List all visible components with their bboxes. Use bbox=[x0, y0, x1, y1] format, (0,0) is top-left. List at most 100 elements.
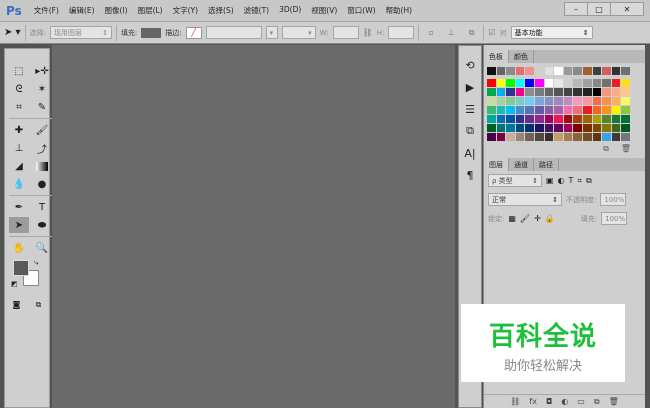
swatch[interactable] bbox=[582, 67, 592, 75]
swatch[interactable] bbox=[496, 97, 506, 105]
clone-source-icon[interactable]: ⧉ bbox=[459, 120, 481, 142]
swatch[interactable] bbox=[554, 67, 563, 75]
swatch[interactable] bbox=[582, 88, 592, 96]
menu-item[interactable]: 视图(V) bbox=[311, 5, 337, 16]
fx-icon[interactable]: fx bbox=[529, 397, 537, 406]
swatch[interactable] bbox=[611, 88, 621, 96]
filter-pixel-icon[interactable]: ▣ bbox=[546, 176, 554, 185]
swatch[interactable] bbox=[611, 133, 621, 141]
magic-wand-tool-icon[interactable]: ✶ bbox=[32, 81, 52, 97]
filter-adjustment-icon[interactable]: ◐ bbox=[558, 176, 565, 185]
swatch[interactable] bbox=[582, 115, 592, 123]
marquee-tool-icon[interactable]: ⬚ bbox=[9, 63, 29, 79]
swatch[interactable] bbox=[592, 67, 602, 75]
maximize-button[interactable]: □ bbox=[587, 2, 611, 16]
menu-item[interactable]: 图像(I) bbox=[105, 5, 128, 16]
swatch[interactable] bbox=[602, 79, 611, 87]
swatch[interactable] bbox=[563, 115, 573, 123]
fill-field[interactable]: 100% bbox=[601, 212, 628, 225]
swatch[interactable] bbox=[487, 67, 496, 75]
menu-item[interactable]: 帮助(H) bbox=[386, 5, 413, 16]
swatch[interactable] bbox=[611, 106, 621, 114]
swatch[interactable] bbox=[496, 67, 506, 75]
swatch[interactable] bbox=[525, 79, 534, 87]
swatch[interactable] bbox=[506, 88, 515, 96]
swatch[interactable] bbox=[525, 88, 534, 96]
swatch[interactable] bbox=[573, 88, 582, 96]
swatch[interactable] bbox=[611, 79, 621, 87]
quick-mask-icon[interactable]: ◙ bbox=[13, 300, 21, 310]
swatch[interactable] bbox=[496, 115, 506, 123]
gradient-tool-icon[interactable] bbox=[32, 158, 52, 174]
path-operations-icon[interactable]: ▫ bbox=[428, 28, 433, 37]
swap-colors-icon[interactable]: ⤷ bbox=[34, 258, 38, 268]
swatch[interactable] bbox=[496, 124, 506, 132]
swatch[interactable] bbox=[487, 106, 496, 114]
filter-smart-object-icon[interactable]: ⧉ bbox=[586, 176, 592, 186]
menu-item[interactable]: 编辑(E) bbox=[69, 5, 95, 16]
swatch[interactable] bbox=[602, 97, 611, 105]
swatch[interactable] bbox=[563, 133, 573, 141]
filter-shape-icon[interactable]: ⌗ bbox=[577, 176, 582, 186]
swatch[interactable] bbox=[592, 97, 602, 105]
swatch[interactable] bbox=[554, 79, 563, 87]
swatch[interactable] bbox=[563, 97, 573, 105]
swatch[interactable] bbox=[496, 133, 506, 141]
swatch[interactable] bbox=[602, 88, 611, 96]
history-brush-tool-icon[interactable]: ⤴ bbox=[32, 140, 52, 156]
swatch[interactable] bbox=[487, 88, 496, 96]
swatch[interactable] bbox=[534, 124, 544, 132]
layer-filter-dropdown[interactable]: ρ 类型 ⇕ bbox=[488, 174, 542, 187]
swatch[interactable] bbox=[487, 97, 496, 105]
tab-channels[interactable]: 通道 bbox=[509, 158, 534, 171]
screen-mode-icon[interactable]: ⧉ bbox=[36, 300, 42, 310]
swatch[interactable] bbox=[602, 124, 611, 132]
opacity-field[interactable]: 100% bbox=[600, 193, 627, 206]
height-field[interactable] bbox=[388, 26, 415, 39]
pen-tool-icon[interactable]: ✒ bbox=[9, 199, 29, 215]
align-edges-checkbox[interactable]: ☑ bbox=[488, 28, 495, 37]
stroke-width-field[interactable] bbox=[205, 26, 262, 39]
swatch[interactable] bbox=[611, 124, 621, 132]
swatch[interactable] bbox=[525, 67, 534, 75]
swatch[interactable] bbox=[582, 133, 592, 141]
menu-item[interactable]: 图层(L) bbox=[138, 5, 163, 16]
default-colors-icon[interactable]: ◩ bbox=[11, 280, 18, 288]
swatch[interactable] bbox=[506, 124, 515, 132]
fill-swatch[interactable] bbox=[141, 27, 162, 38]
swatch[interactable] bbox=[573, 124, 582, 132]
swatch[interactable] bbox=[534, 115, 544, 123]
tab-swatches[interactable]: 色板 bbox=[484, 50, 509, 63]
new-swatch-icon[interactable]: ⧉ bbox=[603, 144, 609, 154]
swatch[interactable] bbox=[544, 67, 554, 75]
swatch[interactable] bbox=[621, 97, 630, 105]
width-field[interactable] bbox=[332, 26, 359, 39]
swatch[interactable] bbox=[506, 115, 515, 123]
swatch[interactable] bbox=[515, 88, 525, 96]
menu-item[interactable]: 窗口(W) bbox=[347, 5, 375, 16]
dodge-tool-icon[interactable]: ● bbox=[32, 176, 52, 192]
swatch[interactable] bbox=[621, 124, 630, 132]
swatch[interactable] bbox=[525, 133, 534, 141]
swatch[interactable] bbox=[563, 67, 573, 75]
swatch[interactable] bbox=[554, 115, 563, 123]
document-canvas-area[interactable] bbox=[52, 45, 455, 408]
swatch[interactable] bbox=[611, 97, 621, 105]
swatch[interactable] bbox=[525, 124, 534, 132]
swatch[interactable] bbox=[602, 67, 611, 75]
swatch[interactable] bbox=[592, 88, 602, 96]
close-button[interactable]: ✕ bbox=[610, 2, 644, 16]
swatch[interactable] bbox=[573, 67, 582, 75]
brush-tool-icon[interactable]: 🖌 bbox=[32, 122, 52, 138]
history-icon[interactable]: ⟲ bbox=[459, 54, 481, 76]
swatch[interactable] bbox=[496, 79, 506, 87]
swatch[interactable] bbox=[506, 133, 515, 141]
swatch[interactable] bbox=[592, 133, 602, 141]
swatch[interactable] bbox=[506, 97, 515, 105]
paragraph-icon[interactable]: ¶ bbox=[459, 164, 481, 186]
swatch[interactable] bbox=[487, 133, 496, 141]
swatch[interactable] bbox=[544, 79, 554, 87]
swatch[interactable] bbox=[534, 97, 544, 105]
swatch[interactable] bbox=[515, 67, 525, 75]
swatch[interactable] bbox=[621, 67, 630, 75]
